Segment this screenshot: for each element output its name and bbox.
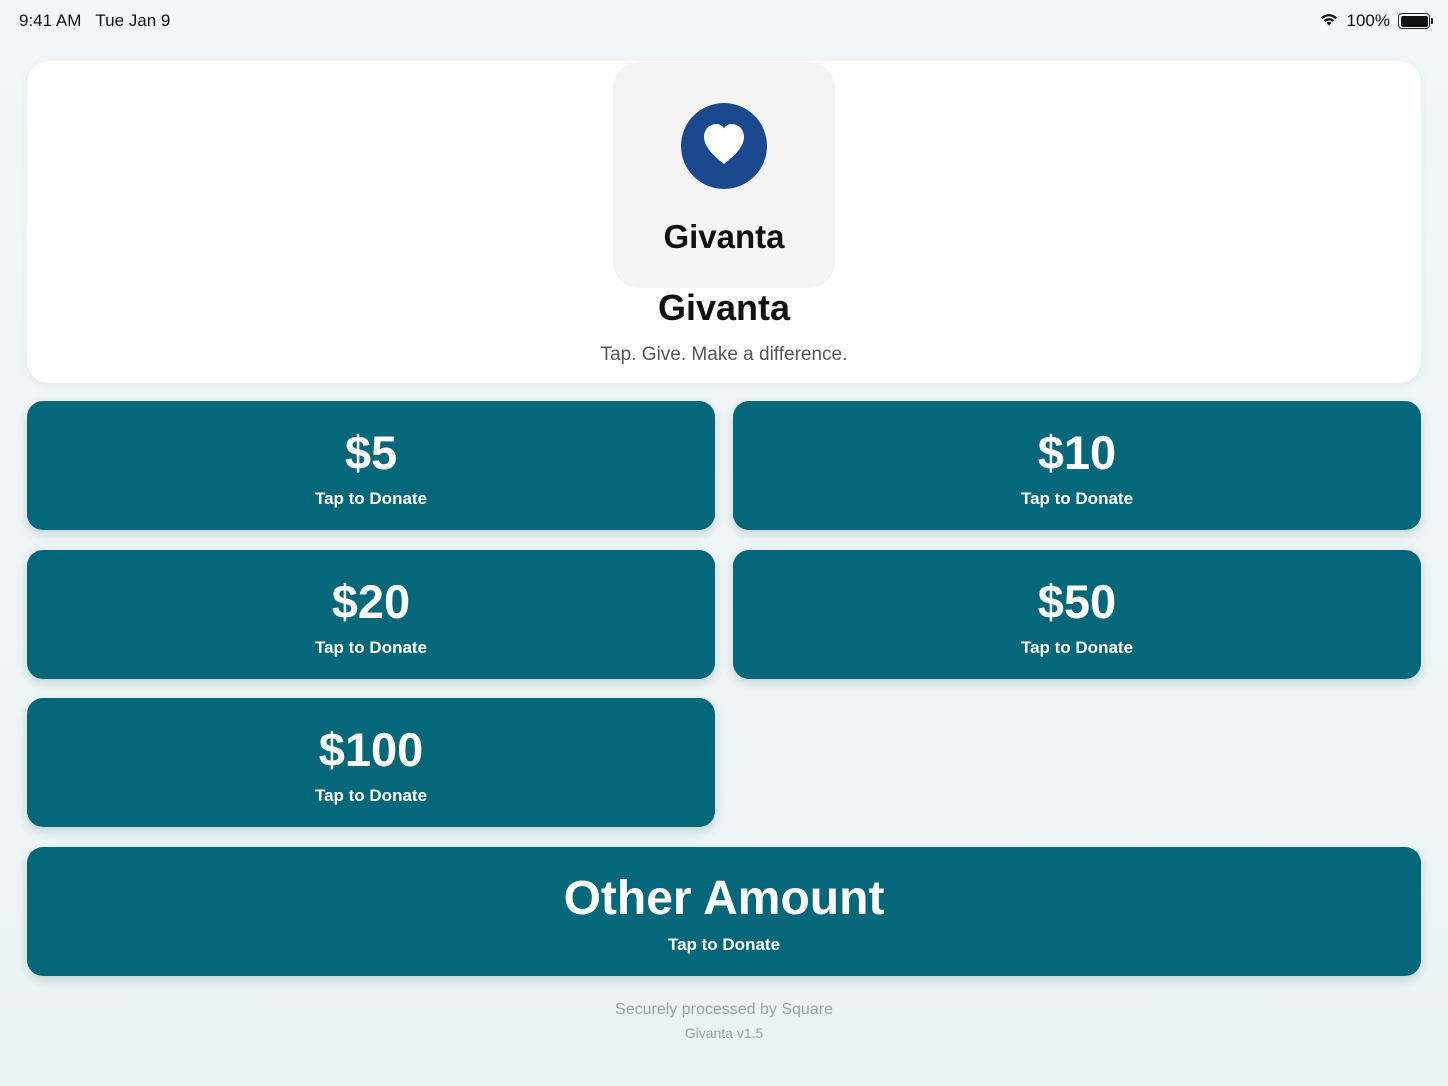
donate-5-button[interactable]: $5 Tap to Donate xyxy=(27,401,715,530)
status-right: 100% xyxy=(1319,11,1433,32)
footer-version: Givanta v1.5 xyxy=(684,1025,764,1041)
status-date: Tue Jan 9 xyxy=(95,11,171,30)
heart-icon xyxy=(700,122,748,171)
other-amount-label: Other Amount xyxy=(563,872,885,925)
header-card: Givanta Givanta Tap. Give. Make a differ… xyxy=(27,61,1421,383)
donate-amount: $5 xyxy=(344,426,398,479)
battery-icon xyxy=(1398,13,1433,29)
donate-amount: $20 xyxy=(331,575,411,628)
donate-label: Tap to Donate xyxy=(667,935,781,954)
donate-label: Tap to Donate xyxy=(1020,489,1134,508)
donate-10-button[interactable]: $10 Tap to Donate xyxy=(733,401,1421,530)
donate-amount: $50 xyxy=(1037,575,1117,628)
status-left: 9:41 AM Tue Jan 9 xyxy=(19,11,170,31)
donate-label: Tap to Donate xyxy=(314,638,428,657)
donate-50-button[interactable]: $50 Tap to Donate xyxy=(733,550,1421,679)
donate-100-button[interactable]: $100 Tap to Donate xyxy=(27,698,715,827)
status-bar: 9:41 AM Tue Jan 9 100% xyxy=(0,0,1448,42)
donate-20-button[interactable]: $20 Tap to Donate xyxy=(27,550,715,679)
donate-label: Tap to Donate xyxy=(314,786,428,805)
donate-label: Tap to Donate xyxy=(314,489,428,508)
footer-processor: Securely processed by Square xyxy=(615,1001,833,1018)
wifi-icon xyxy=(1319,11,1339,32)
app-logo: Givanta xyxy=(613,62,835,288)
battery-percent: 100% xyxy=(1346,11,1390,30)
status-time: 9:41 AM xyxy=(19,11,82,30)
tagline: Tap. Give. Make a difference. xyxy=(600,344,848,365)
page-title: Givanta xyxy=(657,287,791,328)
donate-label: Tap to Donate xyxy=(1020,638,1134,657)
logo-name: Givanta xyxy=(663,218,785,255)
donate-amount: $10 xyxy=(1037,426,1117,479)
donate-amount: $100 xyxy=(318,723,424,776)
logo-circle xyxy=(681,103,767,189)
other-amount-button[interactable]: Other Amount Tap to Donate xyxy=(27,847,1421,976)
